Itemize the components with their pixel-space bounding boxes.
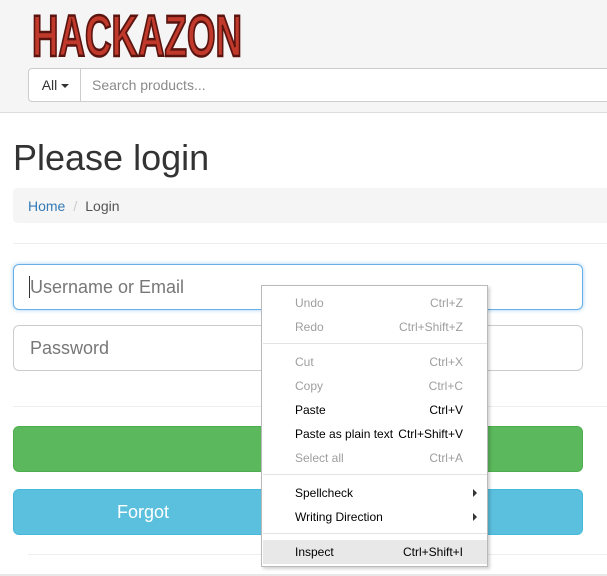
menu-item-shortcut: Ctrl+C [428,379,463,393]
menu-item-redo[interactable]: Redo Ctrl+Shift+Z [263,315,487,339]
page-title: Please login [13,137,210,178]
category-dropdown[interactable]: All [28,68,81,102]
menu-item-cut[interactable]: Cut Ctrl+X [263,350,487,374]
menu-item-spellcheck[interactable]: Spellcheck [263,481,487,505]
menu-item-label: Copy [295,379,324,393]
breadcrumb-home-link[interactable]: Home [28,198,65,214]
menu-item-paste-plain[interactable]: Paste as plain text Ctrl+Shift+V [263,422,487,446]
menu-item-undo[interactable]: Undo Ctrl+Z [263,291,487,315]
menu-separator [263,533,487,534]
menu-item-label: Writing Direction [295,510,383,524]
logo-text: HACKAZON [32,4,242,62]
menu-item-label: Cut [295,355,314,369]
breadcrumb-current: Login [85,197,120,214]
menu-item-shortcut: Ctrl+A [429,451,463,465]
search-input[interactable] [81,68,607,102]
divider [13,243,607,244]
category-label: All [41,77,58,93]
menu-item-label: Paste [295,403,326,417]
menu-item-shortcut: Ctrl+X [429,355,463,369]
caret-down-icon [61,83,70,88]
breadcrumb-separator: / [73,197,78,214]
menu-item-copy[interactable]: Copy Ctrl+C [263,374,487,398]
text-cursor [29,276,30,298]
submenu-arrow-icon [473,513,477,521]
menu-item-shortcut: Ctrl+Shift+I [402,545,463,559]
context-menu: Undo Ctrl+Z Redo Ctrl+Shift+Z Cut Ctrl+X… [261,285,488,567]
menu-item-writing-direction[interactable]: Writing Direction [263,505,487,529]
menu-separator [263,474,487,475]
menu-item-shortcut: Ctrl+Shift+V [398,427,463,441]
menu-item-label: Undo [295,296,324,310]
menu-item-shortcut: Ctrl+Z [430,296,463,310]
menu-item-label: Select all [295,451,344,465]
menu-item-label: Spellcheck [295,486,354,500]
site-header: HACKAZON All [0,0,607,113]
menu-separator [263,343,487,344]
menu-item-label: Inspect [295,545,334,559]
menu-item-inspect[interactable]: Inspect Ctrl+Shift+I [263,540,487,564]
menu-item-shortcut: Ctrl+V [429,403,463,417]
search-bar: All [28,68,607,102]
menu-item-label: Redo [295,320,324,334]
submenu-arrow-icon [473,489,477,497]
hackazon-logo[interactable]: HACKAZON [30,4,244,62]
menu-item-select-all[interactable]: Select all Ctrl+A [263,446,487,470]
breadcrumb: Home / Login [13,188,607,223]
menu-item-shortcut: Ctrl+Shift+Z [398,320,463,334]
menu-item-label: Paste as plain text [295,427,394,441]
menu-item-paste[interactable]: Paste Ctrl+V [263,398,487,422]
forgot-button-label: Forgot [116,501,170,522]
